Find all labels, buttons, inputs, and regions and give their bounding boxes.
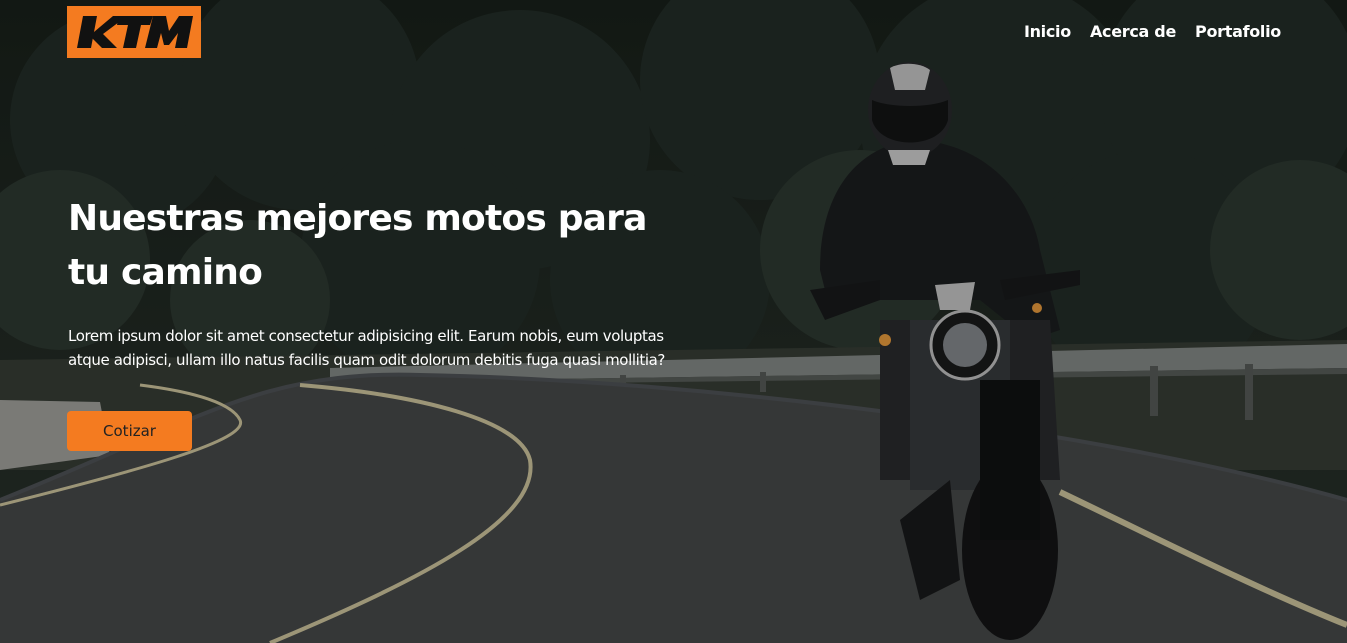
main-nav: Inicio Acerca de Portafolio: [1024, 22, 1281, 41]
hero-description: Lorem ipsum dolor sit amet consectetur a…: [68, 327, 665, 369]
cotizar-button[interactable]: Cotizar: [67, 411, 192, 451]
ktm-logo[interactable]: [67, 6, 201, 58]
nav-link-inicio[interactable]: Inicio: [1024, 22, 1071, 41]
nav-link-acerca-de[interactable]: Acerca de: [1090, 22, 1176, 41]
ktm-logo-icon: [77, 16, 193, 48]
hero-section: Inicio Acerca de Portafolio Nuestras mej…: [0, 0, 1347, 643]
hero-title: Nuestras mejores motos para tu camino: [68, 198, 647, 293]
hero-content: Nuestras mejores motos para tu camino Lo…: [68, 192, 678, 372]
nav-link-portafolio[interactable]: Portafolio: [1195, 22, 1281, 41]
